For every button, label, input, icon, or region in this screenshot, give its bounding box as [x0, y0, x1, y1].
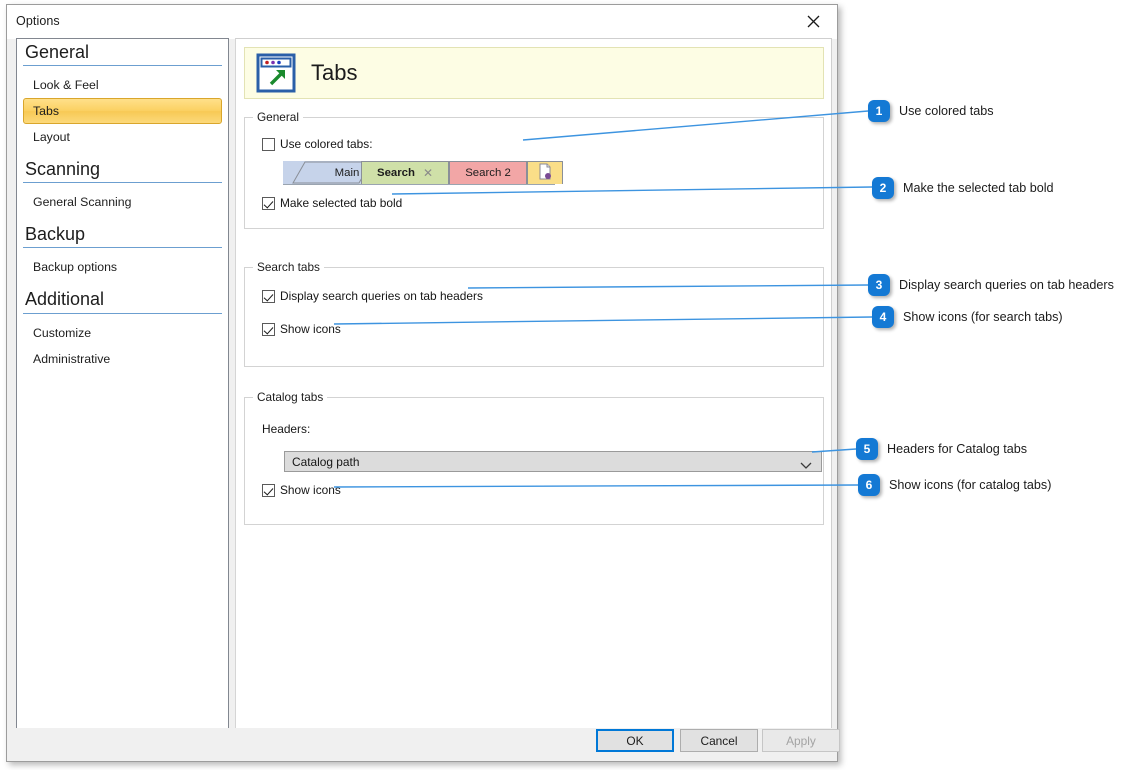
sidebar-item-tabs[interactable]: Tabs	[23, 98, 222, 124]
options-dialog: Options General Look & Feel Tabs Layout …	[6, 4, 838, 762]
callout-3: 3 Display search queries on tab headers	[868, 274, 1114, 296]
chevron-down-icon[interactable]	[800, 457, 812, 475]
make-selected-tab-bold-label: Make selected tab bold	[280, 196, 402, 210]
checkbox-box[interactable]	[262, 197, 275, 210]
callout-2-badge: 2	[872, 177, 894, 199]
sidebar-item-backup-options[interactable]: Backup options	[23, 254, 222, 280]
dialog-title: Options	[16, 14, 60, 28]
options-sidebar[interactable]: General Look & Feel Tabs Layout Scanning…	[16, 38, 229, 729]
callout-6-text: Show icons (for catalog tabs)	[889, 478, 1051, 492]
sidebar-group-scanning: Scanning	[23, 156, 222, 183]
search-tabs-groupbox-title: Search tabs	[253, 260, 324, 274]
callout-6: 6 Show icons (for catalog tabs)	[858, 474, 1051, 496]
checkbox-box[interactable]	[262, 323, 275, 336]
sidebar-item-customize[interactable]: Customize	[23, 320, 222, 346]
search-tabs-show-icons-label: Show icons	[280, 322, 341, 336]
display-search-queries-checkbox[interactable]: Display search queries on tab headers	[262, 289, 483, 303]
tab-preview-strip: Main Search ✕ Search 2	[283, 161, 555, 185]
callout-4: 4 Show icons (for search tabs)	[872, 306, 1063, 328]
ok-button[interactable]: OK	[596, 729, 674, 752]
search-tabs-groupbox: Search tabs	[244, 267, 824, 367]
sidebar-item-general-scanning[interactable]: General Scanning	[23, 189, 222, 215]
tab-preview-catalog[interactable]	[527, 161, 563, 184]
catalog-headers-value: Catalog path	[292, 455, 359, 469]
search-tabs-show-icons-checkbox[interactable]: Show icons	[262, 322, 341, 336]
screenshot-root: Options General Look & Feel Tabs Layout …	[0, 0, 1142, 770]
callout-2: 2 Make the selected tab bold	[872, 177, 1054, 199]
catalog-tabs-groupbox-title: Catalog tabs	[253, 390, 327, 404]
general-groupbox-title: General	[253, 110, 303, 124]
callout-5: 5 Headers for Catalog tabs	[856, 438, 1027, 460]
callout-5-badge: 5	[856, 438, 878, 460]
page-header-banner: Tabs	[244, 47, 824, 99]
sidebar-group-backup: Backup	[23, 221, 222, 248]
catalog-headers-combobox[interactable]: Catalog path	[284, 451, 822, 472]
callout-1-text: Use colored tabs	[899, 104, 994, 118]
catalog-tabs-show-icons-label: Show icons	[280, 483, 341, 497]
checkbox-box[interactable]	[262, 290, 275, 303]
use-colored-tabs-label: Use colored tabs:	[280, 137, 373, 151]
document-lock-icon	[537, 163, 553, 183]
catalog-tabs-show-icons-checkbox[interactable]: Show icons	[262, 483, 341, 497]
callout-4-text: Show icons (for search tabs)	[903, 310, 1063, 324]
checkbox-box[interactable]	[262, 484, 275, 497]
callout-3-badge: 3	[868, 274, 890, 296]
dialog-button-bar: OK Cancel Apply	[8, 728, 836, 760]
checkbox-box[interactable]	[262, 138, 275, 151]
callout-5-text: Headers for Catalog tabs	[887, 442, 1027, 456]
callout-6-badge: 6	[858, 474, 880, 496]
callout-1: 1 Use colored tabs	[868, 100, 994, 122]
callout-4-badge: 4	[872, 306, 894, 328]
tab-preview-search-label: Search	[377, 167, 415, 179]
use-colored-tabs-checkbox[interactable]: Use colored tabs:	[262, 137, 373, 151]
display-search-queries-label: Display search queries on tab headers	[280, 289, 483, 303]
tab-preview-main[interactable]: Main	[283, 161, 373, 184]
tab-window-arrow-icon	[255, 53, 297, 93]
tab-preview-main-label: Main	[335, 167, 360, 179]
sidebar-item-administrative[interactable]: Administrative	[23, 346, 222, 372]
sidebar-group-general: General	[23, 39, 222, 66]
close-icon[interactable]	[791, 7, 835, 35]
apply-button: Apply	[762, 729, 840, 752]
callout-2-text: Make the selected tab bold	[903, 181, 1054, 195]
callout-1-badge: 1	[868, 100, 890, 122]
make-selected-tab-bold-checkbox[interactable]: Make selected tab bold	[262, 196, 402, 210]
sidebar-item-layout[interactable]: Layout	[23, 124, 222, 150]
dialog-titlebar: Options	[7, 5, 837, 39]
tab-preview-search[interactable]: Search ✕	[361, 161, 449, 184]
sidebar-group-additional: Additional	[23, 286, 222, 313]
tab-close-icon[interactable]: ✕	[423, 166, 433, 180]
callout-3-text: Display search queries on tab headers	[899, 278, 1114, 292]
tab-preview-search-2[interactable]: Search 2	[449, 161, 527, 184]
sidebar-item-look-and-feel[interactable]: Look & Feel	[23, 72, 222, 98]
cancel-button[interactable]: Cancel	[680, 729, 758, 752]
options-content-pane: Tabs General Use colored tabs: Main	[235, 38, 832, 729]
tab-preview-search2-label: Search 2	[465, 167, 511, 179]
catalog-headers-label: Headers:	[262, 422, 310, 436]
page-title: Tabs	[311, 60, 357, 86]
